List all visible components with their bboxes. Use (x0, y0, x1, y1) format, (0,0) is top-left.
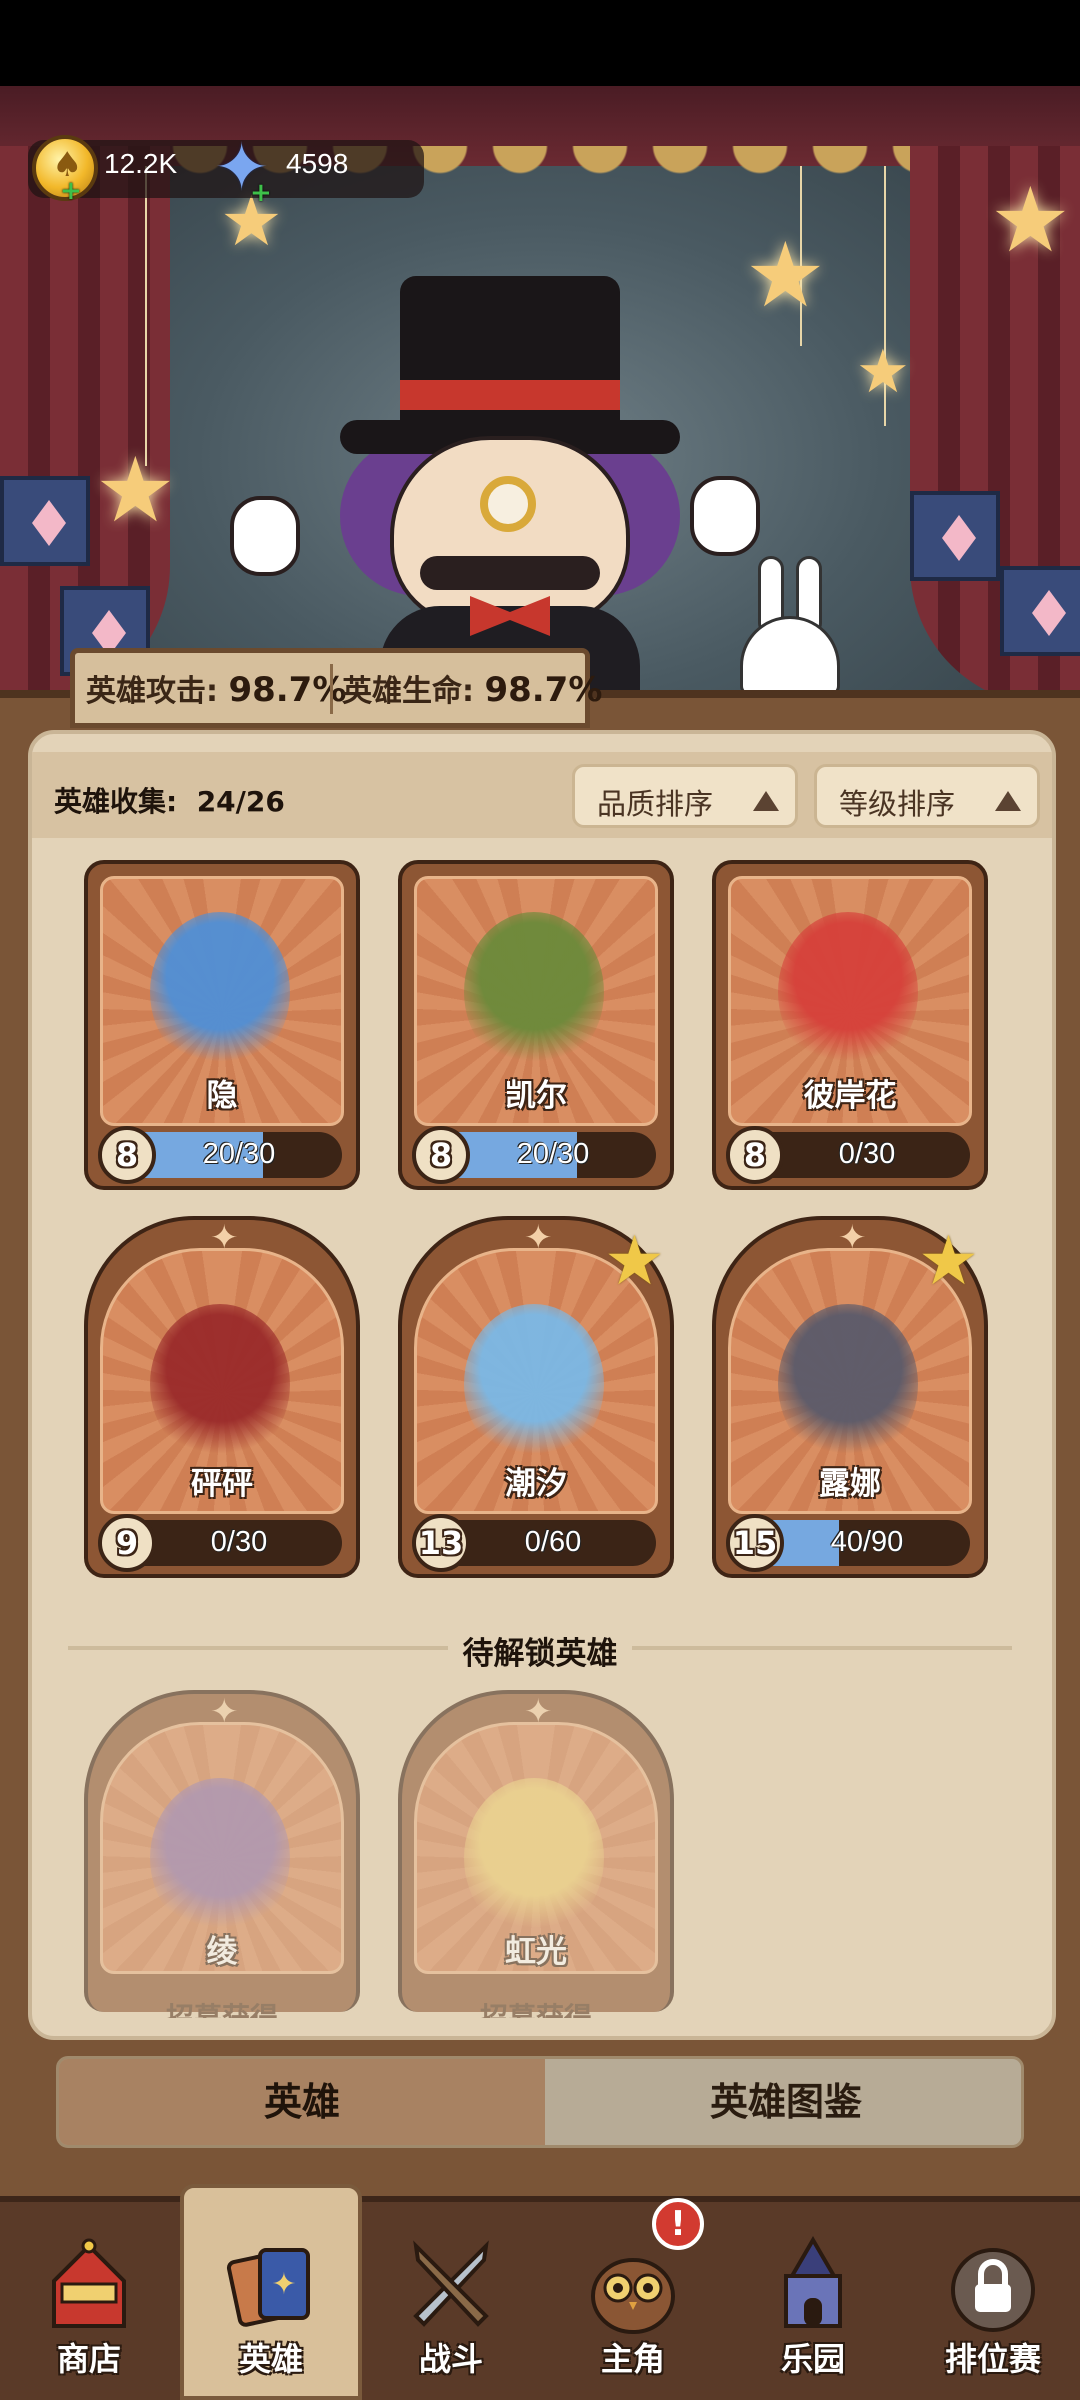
attack-stat: 英雄攻击: 98.7% (86, 666, 346, 710)
hero-level-badge: 13 (412, 1514, 470, 1572)
hero-portrait (778, 912, 918, 1072)
star-icon: ★ (990, 168, 1071, 273)
hero-progress-text: 20/30 (202, 1138, 276, 1170)
star-icon: ★ (95, 438, 176, 543)
star-string (145, 166, 147, 466)
hp-value: 98.7% (484, 670, 603, 710)
quality-sort-button[interactable]: 品质排序 (572, 764, 798, 828)
locked-hero-card[interactable]: ✦ 虹光 招募获得 (398, 1690, 674, 2018)
star-icon (918, 1222, 980, 1301)
star-icon (604, 1222, 666, 1301)
locked-hero-card[interactable]: ✦ 绫 招募获得 (84, 1690, 360, 2018)
hero-portrait (150, 912, 290, 1072)
hero-cards-icon: ✦ (226, 2248, 310, 2327)
hero-portrait (150, 1304, 290, 1464)
hero-level-badge: 9 (98, 1514, 156, 1572)
hero-name: 露娜 (819, 1466, 881, 1502)
hero-portrait (464, 1304, 604, 1464)
diamond-box (1000, 566, 1080, 656)
diamond-box (0, 476, 90, 566)
hero-card[interactable]: 隐 20/30 8 (84, 860, 360, 1190)
owl-protagonist-icon (591, 2258, 675, 2334)
mustache (420, 556, 600, 590)
nav-shop[interactable]: 商店 (14, 2236, 164, 2400)
nav-label: 战斗 (418, 2340, 483, 2378)
hero-progress-text: 0/30 (838, 1138, 896, 1170)
hero-portrait (464, 1778, 604, 1938)
nav-label: 英雄 (238, 2340, 303, 2378)
hat-band (400, 380, 620, 410)
nav-ranked[interactable]: 排位赛 (918, 2236, 1068, 2400)
collection-count: 英雄收集: 24/26 (54, 780, 285, 820)
hero-level-badge: 8 (98, 1126, 156, 1184)
unlock-hint: 招募获得 (479, 2001, 592, 2018)
triangle-up-icon (753, 791, 779, 811)
hero-name: 绫 (206, 1934, 238, 1970)
nav-protagonist[interactable]: 主角 (558, 2236, 708, 2400)
diamond-box (910, 491, 1000, 581)
lock-icon (951, 2248, 1035, 2332)
hero-portrait (150, 1778, 290, 1938)
hero-name: 潮汐 (505, 1466, 567, 1502)
attack-label: 英雄攻击: (86, 674, 218, 709)
hero-level-badge: 8 (726, 1126, 784, 1184)
hero-progress-text: 0/30 (210, 1526, 268, 1558)
hero-name: 彼岸花 (803, 1078, 897, 1114)
level-sort-button[interactable]: 等级排序 (814, 764, 1040, 828)
nav-park[interactable]: 乐园 (738, 2236, 888, 2400)
hp-label: 英雄生命: (342, 674, 474, 709)
quality-sort-label: 品质排序 (597, 787, 714, 821)
nav-label: 排位赛 (944, 2340, 1041, 2378)
tab-hero-codex[interactable]: 英雄图鉴 (545, 2059, 1021, 2145)
hero-progress-text: 0/60 (524, 1526, 582, 1558)
status-bar (0, 0, 1080, 86)
hero-tabs: 英雄 英雄图鉴 (56, 2056, 1024, 2148)
coin-amount: 12.2K (104, 148, 178, 179)
tab-heroes[interactable]: 英雄 (59, 2059, 545, 2145)
star-icon: ★ (856, 337, 910, 407)
monocle (480, 476, 536, 532)
add-coins-icon[interactable]: + (60, 178, 82, 204)
glove-right (690, 476, 760, 556)
hero-card[interactable]: ✦ 露娜 40/90 15 (712, 1216, 988, 1578)
hero-progress-text: 20/30 (516, 1138, 590, 1170)
hero-name: 虹光 (505, 1934, 567, 1970)
stat-divider (330, 664, 333, 714)
hero-progress-text: 40/90 (830, 1526, 904, 1558)
hero-portrait (464, 912, 604, 1072)
hero-level-badge: 15 (726, 1514, 784, 1572)
castle-park-icon (784, 2236, 842, 2328)
locked-section-title: 待解锁英雄 (462, 1636, 618, 1672)
svg-text:✦: ✦ (271, 2267, 296, 2302)
nav-label: 商店 (56, 2340, 121, 2378)
nav-label: 主角 (600, 2340, 665, 2378)
level-sort-label: 等级排序 (839, 787, 956, 821)
nav-heroes[interactable]: ✦ 英雄 (196, 2236, 346, 2400)
unlock-hint: 招募获得 (165, 2001, 278, 2018)
hero-card[interactable]: ✦ 潮汐 0/60 13 (398, 1216, 674, 1578)
add-gems-icon[interactable]: + (250, 180, 272, 206)
hero-card[interactable]: ✦ 砰砰 0/30 9 (84, 1216, 360, 1578)
magician-character (230, 276, 790, 696)
hero-portrait (778, 1304, 918, 1464)
collection-value: 24/26 (196, 785, 285, 818)
hero-name: 凯尔 (505, 1078, 567, 1114)
nav-label: 乐园 (780, 2340, 845, 2378)
battle-swords-icon (413, 2240, 489, 2327)
hero-level-badge: 8 (412, 1126, 470, 1184)
shop-tent-icon (52, 2238, 126, 2328)
hp-stat: 英雄生命: 98.7% (342, 666, 602, 710)
hero-name: 砰砰 (191, 1466, 253, 1502)
collection-label: 英雄收集: (54, 785, 178, 818)
alert-badge: ! (652, 2198, 704, 2250)
gem-amount: 4598 (286, 148, 349, 179)
hero-card[interactable]: 凯尔 20/30 8 (398, 860, 674, 1190)
nav-battle[interactable]: 战斗 (376, 2236, 526, 2400)
bunny (740, 556, 840, 696)
triangle-up-icon (995, 791, 1021, 811)
hero-card[interactable]: 彼岸花 0/30 8 (712, 860, 988, 1190)
attack-value: 98.7% (228, 670, 347, 710)
hero-name: 隐 (206, 1078, 238, 1114)
glove-left (230, 496, 300, 576)
